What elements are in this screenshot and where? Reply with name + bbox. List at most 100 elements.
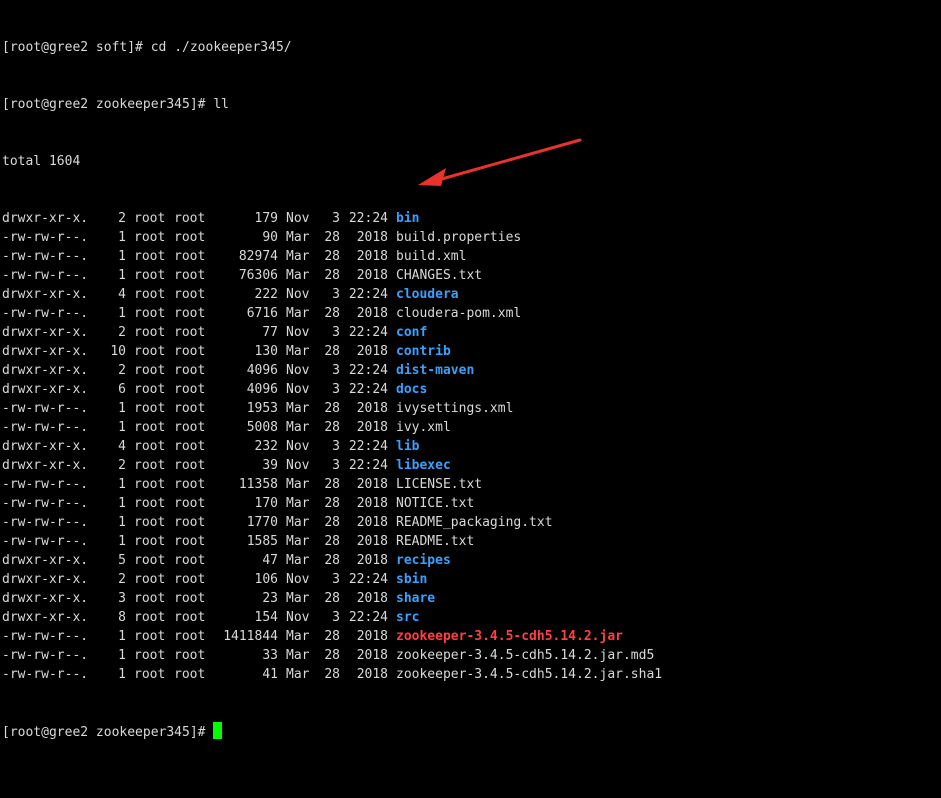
entry-perm: -rw-rw-r--. <box>2 667 89 682</box>
entry-size: 1953 <box>246 401 278 416</box>
entry-day: 3 <box>332 439 340 454</box>
listing-row: drwxr-xr-x. 2 root root 77 Nov 3 22:24 conf <box>2 323 941 342</box>
entry-group: root <box>174 363 206 378</box>
entry-name: LICENSE.txt <box>396 477 483 492</box>
entry-perm: drwxr-xr-x. <box>2 325 89 340</box>
entry-group: root <box>174 572 206 587</box>
entry-month: Nov <box>286 439 310 454</box>
entry-time: 2018 <box>356 496 388 511</box>
entry-group: root <box>174 249 206 264</box>
command-line-2: [root@gree2 zookeeper345]# ll <box>2 95 941 114</box>
entry-name: ivysettings.xml <box>396 401 514 416</box>
entry-size: 1585 <box>246 534 278 549</box>
entry-perm: -rw-rw-r--. <box>2 268 89 283</box>
listing-row: -rw-rw-r--. 1 root root 170 Mar 28 2018 NOTICE.t… <box>2 494 941 513</box>
entry-name: cloudera-pom.xml <box>396 306 522 321</box>
entry-group: root <box>174 420 206 435</box>
entry-perm: drwxr-xr-x. <box>2 458 89 473</box>
listing-row: -rw-rw-r--. 1 root root 33 Mar 28 2018 zookeeper… <box>2 646 941 665</box>
entry-month: Nov <box>286 382 310 397</box>
entry-links: 2 <box>118 572 126 587</box>
entry-day: 28 <box>324 230 340 245</box>
listing-row: drwxr-xr-x. 2 root root 39 Nov 3 22:24 libexec <box>2 456 941 475</box>
entry-size: 106 <box>254 572 278 587</box>
entry-day: 28 <box>324 249 340 264</box>
listing-row: drwxr-xr-x. 2 root root 4096 Nov 3 22:24 dist-ma… <box>2 361 941 380</box>
entry-perm: drwxr-xr-x. <box>2 572 89 587</box>
entry-group: root <box>174 439 206 454</box>
entry-owner: root <box>134 420 166 435</box>
entry-owner: root <box>134 268 166 283</box>
entry-time: 2018 <box>356 306 388 321</box>
entry-links: 1 <box>118 629 126 644</box>
entry-group: root <box>174 667 206 682</box>
entry-name: lib <box>396 439 420 454</box>
entry-time: 2018 <box>356 534 388 549</box>
entry-links: 2 <box>118 325 126 340</box>
entry-owner: root <box>134 553 166 568</box>
entry-size: 232 <box>254 439 278 454</box>
entry-month: Mar <box>286 344 310 359</box>
entry-day: 3 <box>332 325 340 340</box>
entry-day: 28 <box>324 477 340 492</box>
listing-row: drwxr-xr-x. 4 root root 222 Nov 3 22:24 cloudera <box>2 285 941 304</box>
entry-day: 28 <box>324 553 340 568</box>
entry-owner: root <box>134 325 166 340</box>
entry-perm: drwxr-xr-x. <box>2 211 89 226</box>
entry-group: root <box>174 591 206 606</box>
entry-perm: -rw-rw-r--. <box>2 496 89 511</box>
terminal-cursor <box>213 722 223 739</box>
entry-time: 22:24 <box>348 363 388 378</box>
entry-day: 28 <box>324 667 340 682</box>
listing-row: -rw-rw-r--. 1 root root 82974 Mar 28 2018 build.… <box>2 247 941 266</box>
entry-name: NOTICE.txt <box>396 496 475 511</box>
entry-month: Mar <box>286 306 310 321</box>
entry-name: build.xml <box>396 249 467 264</box>
entry-group: root <box>174 268 206 283</box>
entry-owner: root <box>134 515 166 530</box>
entry-perm: -rw-rw-r--. <box>2 515 89 530</box>
listing-row: -rw-rw-r--. 1 root root 6716 Mar 28 2018 clouder… <box>2 304 941 323</box>
entry-perm: drwxr-xr-x. <box>2 287 89 302</box>
entry-time: 22:24 <box>348 382 388 397</box>
entry-owner: root <box>134 287 166 302</box>
entry-group: root <box>174 534 206 549</box>
entry-time: 2018 <box>356 553 388 568</box>
listing-row: -rw-rw-r--. 1 root root 1953 Mar 28 2018 ivysett… <box>2 399 941 418</box>
entry-month: Mar <box>286 534 310 549</box>
entry-time: 2018 <box>356 249 388 264</box>
entry-day: 3 <box>332 287 340 302</box>
entry-day: 28 <box>324 344 340 359</box>
entry-size: 1770 <box>246 515 278 530</box>
entry-day: 28 <box>324 534 340 549</box>
final-prompt-line[interactable]: [root@gree2 zookeeper345]# <box>2 722 941 741</box>
terminal-window[interactable]: [root@gree2 soft]# cd ./zookeeper345/ [r… <box>0 0 941 740</box>
entry-group: root <box>174 648 206 663</box>
entry-perm: drwxr-xr-x. <box>2 553 89 568</box>
entry-month: Mar <box>286 591 310 606</box>
entry-name: README.txt <box>396 534 475 549</box>
listing-row: drwxr-xr-x. 6 root root 4096 Nov 3 22:24 docs <box>2 380 941 399</box>
entry-group: root <box>174 230 206 245</box>
entry-time: 22:24 <box>348 287 388 302</box>
entry-time: 2018 <box>356 648 388 663</box>
entry-time: 22:24 <box>348 211 388 226</box>
entry-group: root <box>174 287 206 302</box>
entry-owner: root <box>134 211 166 226</box>
listing-row: -rw-rw-r--. 1 root root 1770 Mar 28 2018 README_… <box>2 513 941 532</box>
entry-name: zookeeper-3.4.5-cdh5.14.2.jar.sha1 <box>396 667 663 682</box>
entry-name: recipes <box>396 553 451 568</box>
entry-name: ivy.xml <box>396 420 451 435</box>
entry-group: root <box>174 382 206 397</box>
entry-perm: -rw-rw-r--. <box>2 477 89 492</box>
entry-name: share <box>396 591 436 606</box>
entry-time: 2018 <box>356 629 388 644</box>
entry-group: root <box>174 211 206 226</box>
entry-size: 33 <box>262 648 278 663</box>
entry-name: zookeeper-3.4.5-cdh5.14.2.jar <box>396 629 623 644</box>
entry-perm: -rw-rw-r--. <box>2 230 89 245</box>
entry-links: 4 <box>118 439 126 454</box>
listing-row: drwxr-xr-x. 2 root root 179 Nov 3 22:24 bin <box>2 209 941 228</box>
prompt: [root@gree2 zookeeper345]# <box>2 725 214 740</box>
entry-month: Mar <box>286 515 310 530</box>
